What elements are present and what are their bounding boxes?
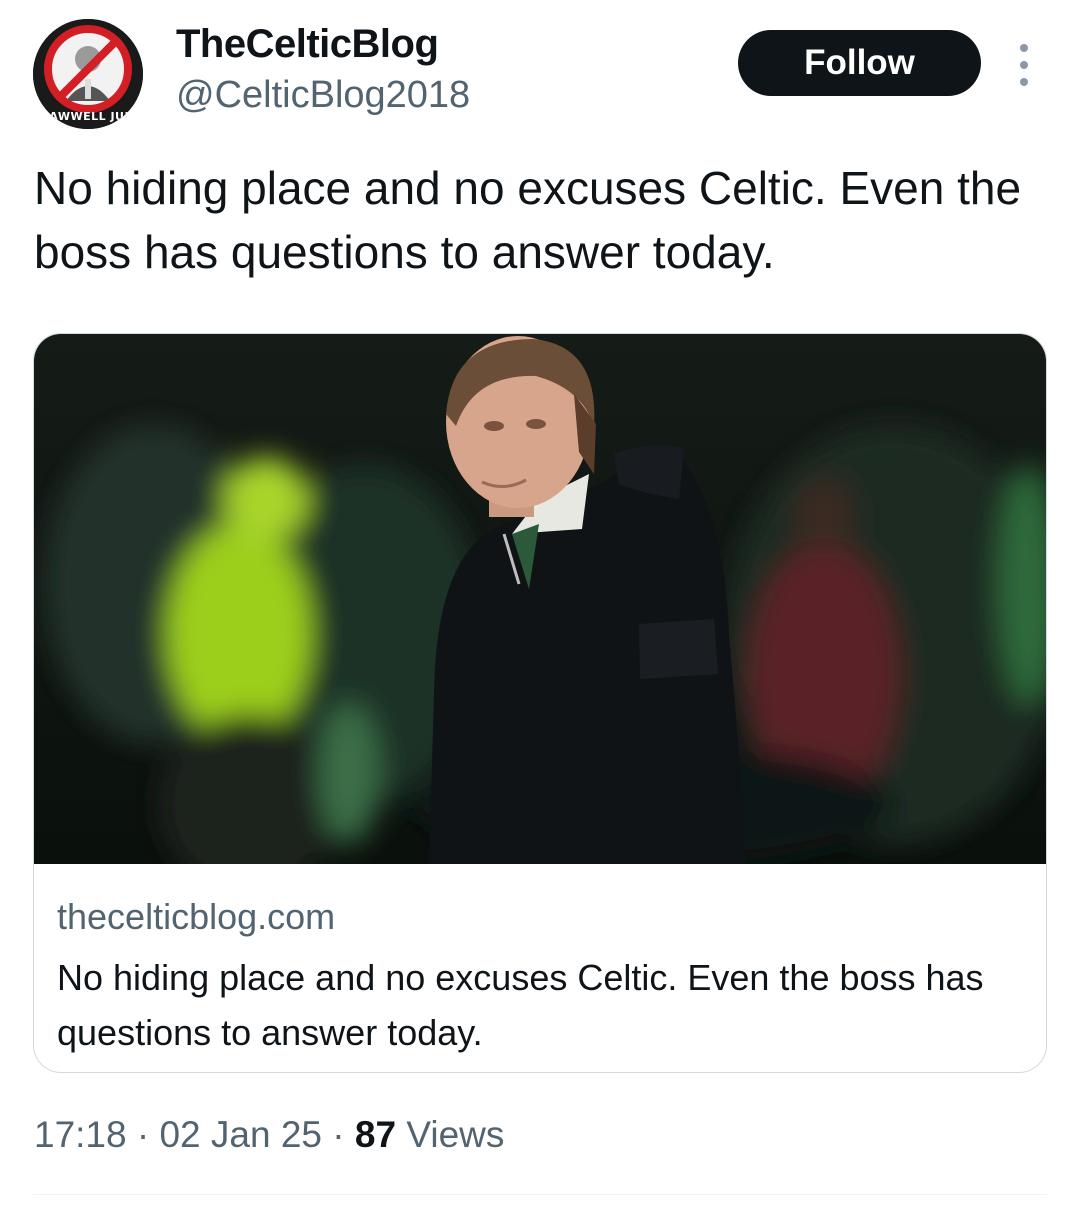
- views-label: Views: [396, 1114, 505, 1155]
- follow-button[interactable]: Follow: [738, 30, 981, 96]
- avatar-caption: LAWWELL JUN: [41, 110, 135, 123]
- more-dot: [1020, 61, 1028, 69]
- meta-separator: ·: [322, 1114, 355, 1155]
- divider: [33, 1194, 1047, 1195]
- views-count[interactable]: 87: [355, 1114, 396, 1155]
- avatar[interactable]: LAWWELL JUN: [33, 19, 143, 129]
- more-dot: [1020, 78, 1028, 86]
- author-display-name[interactable]: TheCelticBlog: [176, 22, 439, 67]
- more-vertical-icon[interactable]: [1010, 44, 1038, 86]
- card-image: [34, 334, 1046, 864]
- meta-separator: ·: [126, 1114, 160, 1155]
- more-dot: [1020, 44, 1028, 52]
- tweet-meta: 17:18 · 02 Jan 25 · 87 Views: [34, 1114, 504, 1156]
- card-title: No hiding place and no excuses Celtic. E…: [57, 957, 984, 1053]
- link-card[interactable]: thecelticblog.com No hiding place and no…: [33, 333, 1047, 1073]
- tweet-text: No hiding place and no excuses Celtic. E…: [34, 162, 1022, 278]
- author-handle[interactable]: @CelticBlog2018: [176, 74, 470, 117]
- tweet-date[interactable]: 02 Jan 25: [159, 1114, 322, 1155]
- tweet-time[interactable]: 17:18: [34, 1114, 127, 1155]
- card-domain: thecelticblog.com: [57, 896, 336, 937]
